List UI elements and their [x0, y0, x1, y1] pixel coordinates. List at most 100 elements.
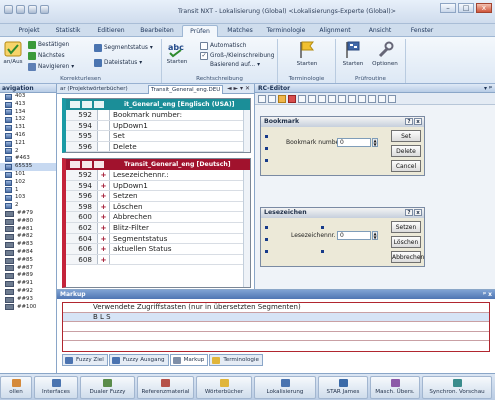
segment-text[interactable] — [110, 255, 250, 265]
source-scrollbar[interactable] — [243, 110, 250, 152]
markup-row[interactable] — [63, 322, 489, 332]
navigation-item[interactable]: 403 — [0, 93, 56, 101]
navigation-item[interactable]: 131 — [0, 124, 56, 132]
target-segment-row[interactable]: 596 + Setzen — [66, 191, 250, 202]
tab-pruefen[interactable]: Prüfen — [182, 25, 218, 37]
markup-row[interactable]: B L S — [63, 312, 489, 322]
segment-text[interactable]: UpDown1 — [110, 121, 250, 131]
segmentstatus-dropdown[interactable]: Segmentstatus ▾ — [94, 44, 153, 52]
tab-terminologie-panel[interactable]: Terminologie — [209, 354, 263, 366]
tool-align-bottom-icon[interactable] — [328, 95, 336, 103]
navigation-item[interactable]: 134 — [0, 109, 56, 117]
tab-alignment[interactable]: Alignment — [312, 25, 358, 37]
navigation-item[interactable]: ##91 — [0, 280, 56, 288]
maximize-button[interactable]: □ — [458, 3, 474, 13]
navigation-item[interactable]: ##89 — [0, 272, 56, 280]
tab-editieren[interactable]: Editieren — [90, 25, 132, 37]
navigation-item[interactable]: ##82 — [0, 233, 56, 241]
undo-icon[interactable] — [28, 5, 37, 14]
bottom-toolbar-button[interactable]: Synchron. Vorschau — [422, 376, 492, 399]
close-x-button[interactable]: x — [414, 118, 422, 125]
tool-space-icon[interactable] — [368, 95, 376, 103]
navigation-item[interactable]: ##79 — [0, 210, 56, 218]
source-segment-row[interactable]: 594 UpDown1 — [66, 120, 250, 132]
pruefroutine-options-button[interactable]: Optionen — [370, 40, 400, 68]
markup-row[interactable]: Verwendete Zugriffstasten (nur in überse… — [63, 303, 489, 313]
lesezeichennr-spinner[interactable]: ▲ ▼ — [372, 231, 378, 240]
navigation-item[interactable]: 2 — [0, 202, 56, 210]
segment-text[interactable]: Segmentstatus — [110, 234, 250, 244]
basierend-auf-dropdown[interactable]: Basierend auf... ▾ — [210, 62, 260, 68]
tab-ansicht[interactable]: Ansicht — [360, 25, 400, 37]
bookmark-number-spinner[interactable]: ▲ ▼ — [372, 138, 378, 147]
pruefroutine-start-button[interactable]: Starten — [340, 40, 366, 68]
source-segment-row[interactable]: 596 Delete — [66, 141, 250, 153]
segment-text[interactable]: aktuellen Status — [110, 244, 250, 254]
tab-statistik[interactable]: Statistik — [48, 25, 88, 37]
navigation-item[interactable]: ##84 — [0, 249, 56, 257]
navigieren-button[interactable]: Navigieren ▾ — [28, 63, 74, 71]
tool-mark-icon[interactable] — [288, 95, 296, 103]
navigation-item[interactable]: 103 — [0, 194, 56, 202]
tool-same-width-icon[interactable] — [348, 95, 356, 103]
navigation-item[interactable]: 413 — [0, 101, 56, 109]
help-button[interactable]: ? — [405, 118, 413, 125]
bottom-toolbar-button[interactable]: STAR James — [318, 376, 368, 399]
minimize-button[interactable]: – — [440, 3, 456, 13]
navigation-item[interactable]: 65535 — [0, 163, 56, 171]
navigation-item[interactable]: 2 — [0, 148, 56, 156]
tool-same-height-icon[interactable] — [358, 95, 366, 103]
tool-select-icon[interactable] — [258, 95, 266, 103]
resize-handle[interactable] — [265, 159, 268, 162]
navigation-item[interactable]: ##87 — [0, 265, 56, 273]
navigation-item[interactable]: 102 — [0, 179, 56, 187]
navigation-item[interactable]: #463 — [0, 155, 56, 163]
set-button[interactable]: Set — [391, 130, 421, 142]
target-segment-row[interactable]: 592 + Lesezeichennr.: — [66, 170, 250, 181]
navigation-item[interactable]: 101 — [0, 171, 56, 179]
tool-center-icon[interactable] — [338, 95, 346, 103]
tab-fuzzy-ziel[interactable]: Fuzzy Ziel — [62, 354, 108, 366]
source-segment-row[interactable]: 595 Set — [66, 131, 250, 142]
navigation-item[interactable]: 1 — [0, 187, 56, 195]
close-button[interactable]: x — [476, 3, 492, 13]
spellcheck-start-button[interactable]: abc Starten — [164, 40, 190, 66]
tool-undo-icon[interactable] — [378, 95, 386, 103]
source-segment-row[interactable]: 592 Bookmark number: — [66, 110, 250, 121]
segment-text[interactable]: Delete — [110, 142, 250, 152]
navigation-item[interactable]: 416 — [0, 132, 56, 140]
terminology-start-button[interactable]: Starten — [294, 40, 320, 68]
tab-fuzzy-ausgang[interactable]: Fuzzy Ausgang — [108, 354, 169, 366]
tab-projekt[interactable]: Projekt — [12, 25, 46, 37]
bottom-toolbar-button[interactable]: Masch. Übers. — [370, 376, 420, 399]
tool-grid-icon[interactable] — [268, 95, 276, 103]
bottom-toolbar-button[interactable]: Interfaces — [34, 376, 78, 399]
navigation-item[interactable]: ##80 — [0, 218, 56, 226]
tool-highlight-icon[interactable] — [278, 95, 286, 103]
bottom-toolbar-button[interactable]: Lokalisierung — [254, 376, 316, 399]
navigation-item[interactable]: ##81 — [0, 226, 56, 234]
resize-handle[interactable] — [265, 226, 268, 229]
app-icon[interactable] — [4, 5, 13, 14]
navigation-item[interactable]: ##83 — [0, 241, 56, 249]
bottom-toolbar-button[interactable]: Referenzmaterial — [137, 376, 194, 399]
navigation-item[interactable]: ##93 — [0, 296, 56, 304]
resize-handle[interactable] — [265, 250, 268, 253]
dateistatus-dropdown[interactable]: Dateistatus ▾ — [94, 59, 142, 67]
pin-icon[interactable]: ▾ ᵖ — [484, 84, 492, 93]
navigation-item[interactable]: ##92 — [0, 288, 56, 296]
tab-matches[interactable]: Matches — [220, 25, 260, 37]
doc-tab-transit-general[interactable]: Transit_General_eng.DEU — [148, 85, 224, 94]
help-button[interactable]: ? — [405, 209, 413, 216]
abbrechen-button[interactable]: Abbrechen — [391, 251, 424, 263]
target-segment-row[interactable]: 604 + Segmentstatus — [66, 233, 250, 245]
target-segment-row[interactable]: 606 + aktuellen Status — [66, 244, 250, 255]
target-scrollbar[interactable] — [243, 170, 250, 287]
markup-row[interactable] — [63, 332, 489, 341]
toggle-an-aus-button[interactable]: an/Aus — [1, 40, 25, 66]
bottom-toolbar-button[interactable]: ollen — [0, 376, 32, 399]
naechstes-button[interactable]: Nächstes — [28, 52, 65, 60]
tab-terminologie[interactable]: Terminologie — [262, 25, 310, 37]
pin-icon[interactable]: ᵖ x — [483, 290, 492, 299]
navigation-item[interactable]: ##100 — [0, 304, 56, 312]
